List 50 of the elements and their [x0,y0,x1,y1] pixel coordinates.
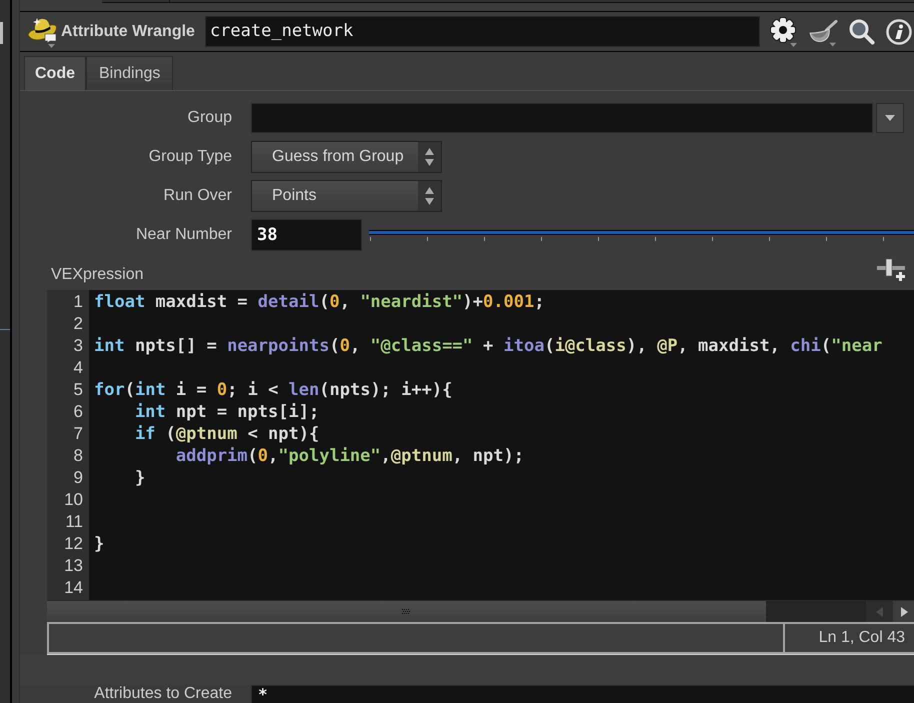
slider-plus-icon[interactable] [877,258,905,284]
line-number: 8 [74,446,83,466]
code-line: if (@ptnum < npt){ [134,424,320,444]
line-number: 6 [74,402,83,422]
line-number: 2 [74,314,83,334]
code-line: int npt = npts[i]; [134,402,320,422]
tab[interactable]: Bindings [86,56,174,90]
line-number: 10 [64,490,83,510]
attributes-field[interactable]: * [251,685,914,703]
line-number: 7 [74,424,83,444]
parameter-label: Group [186,108,232,128]
code-line: float maxdist = detail(0, "neardist")+0.001; [94,292,544,312]
arrow-left-icon [876,606,883,616]
code-line: } [94,534,104,554]
info-icon[interactable] [886,18,912,44]
parameter-label: Attributes to Create [93,685,232,703]
arrow-right-icon [901,606,908,616]
section-label: VEXpression [51,266,144,284]
dropdown[interactable]: Points [251,180,442,212]
code-line: int npts[] = nearpoints(0, "@class==" + itoa(i@class), @P, maxdist, chi("near [94,336,882,356]
number-field[interactable]: 38 [251,219,362,251]
tab[interactable]: Code [24,56,86,90]
code-editor[interactable] [47,290,914,600]
line-number: 9 [74,468,83,488]
line-number: 11 [65,512,83,532]
line-number: 5 [74,380,83,400]
node-type-title: Attribute Wrangle [61,22,195,42]
dropdown-button[interactable] [876,103,904,133]
parameter-label: Near Number [134,225,232,245]
line-number: 13 [64,556,83,576]
line-number: 4 [74,358,83,378]
node-name-field[interactable]: create_network [204,16,760,47]
slider-track[interactable] [369,230,914,241]
search-icon[interactable] [849,18,875,44]
parameter-label: Group Type [148,147,232,167]
line-number: 14 [64,578,83,598]
code-line: for(int i = 0; i < len(npts); i++){ [94,380,452,400]
line-number: 3 [74,336,83,356]
group-field[interactable] [251,103,873,133]
up-down-arrows-icon [418,142,441,172]
cursor-position: Ln 1, Col 43 [818,628,905,648]
gear-icon[interactable] [770,16,798,48]
line-number: 12 [64,534,83,554]
code-line: addprim(0,"polyline",@ptnum, npt); [176,446,524,466]
caret-icon [885,115,895,121]
line-number: 1 [74,292,83,312]
dropdown[interactable]: Guess from Group [251,141,442,173]
code-line: } [134,468,146,488]
parameter-label: Run Over [162,186,232,206]
up-down-arrows-icon [418,181,441,211]
